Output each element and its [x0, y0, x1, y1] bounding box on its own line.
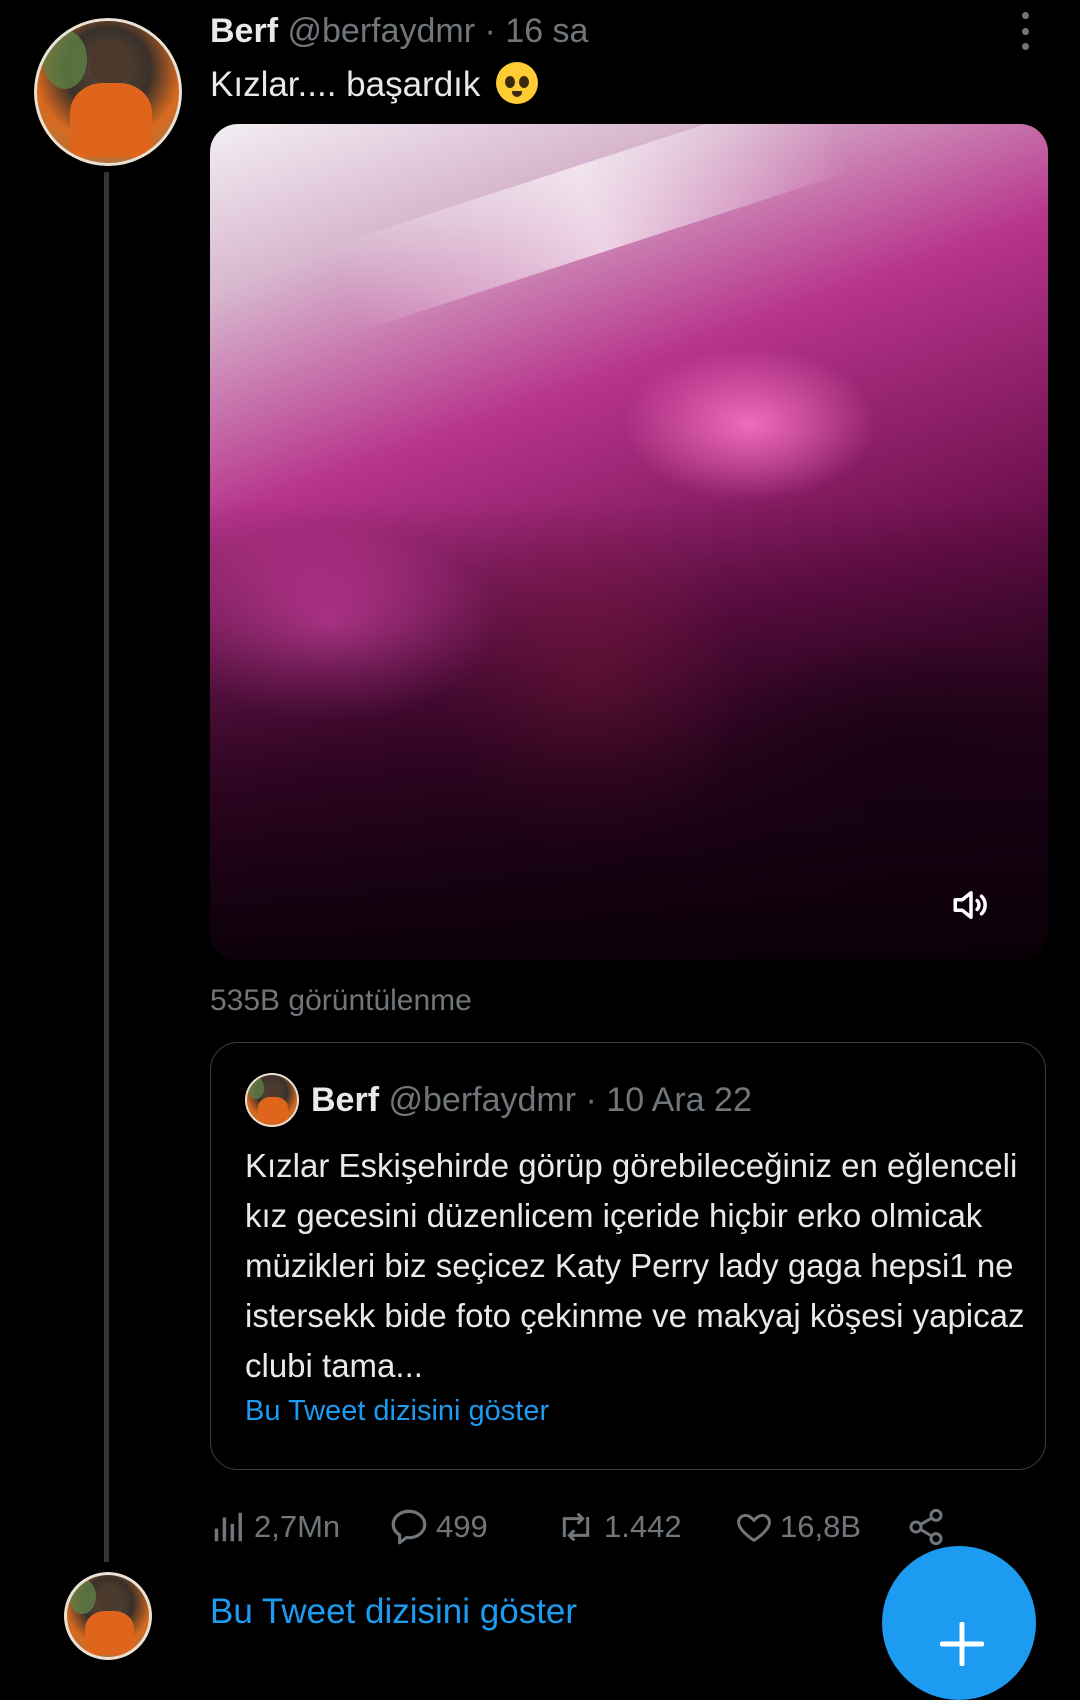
display-name[interactable]: Berf	[210, 12, 278, 50]
plus-icon	[940, 1622, 984, 1666]
tweet-text: Kızlar.... başardık	[210, 62, 539, 105]
show-thread-link[interactable]: Bu Tweet dizisini göster	[210, 1592, 577, 1632]
quoted-tweet[interactable]: Berf @berfaydmr · 10 Ara 22 Kızlar Eskiş…	[210, 1042, 1046, 1470]
quoted-user-handle: @berfaydmr	[388, 1081, 577, 1119]
quoted-show-thread-link[interactable]: Bu Tweet dizisini göster	[245, 1395, 549, 1428]
tweet-actions: 2,7Mn 499 1.442 16,8B	[210, 1502, 970, 1552]
quoted-tweet-header: Berf @berfaydmr · 10 Ara 22	[311, 1081, 752, 1120]
speaker-muted-icon[interactable]	[950, 884, 992, 926]
thread-user-avatar[interactable]	[64, 1572, 152, 1660]
more-options-icon[interactable]	[1012, 12, 1038, 50]
analytics-count: 2,7Mn	[254, 1509, 341, 1544]
retweet-icon	[562, 1512, 590, 1542]
tweet-video[interactable]	[210, 124, 1048, 960]
share-icon	[909, 1508, 943, 1546]
quoted-display-name: Berf	[311, 1081, 380, 1119]
quoted-tweet-text: Kızlar Eskişehirde görüp görebileceğiniz…	[245, 1147, 1025, 1384]
tweet-header: Berf @berfaydmr · 16 sa	[210, 12, 588, 51]
user-avatar[interactable]	[34, 18, 182, 166]
reply-icon	[391, 1509, 427, 1545]
view-count: 535B görüntülenme	[210, 984, 472, 1017]
analytics-button[interactable]: 2,7Mn	[210, 1502, 340, 1552]
tweet-time[interactable]: 16 sa	[505, 12, 588, 50]
like-button[interactable]: 16,8B	[734, 1502, 861, 1552]
user-handle[interactable]: @berfaydmr	[287, 12, 475, 50]
like-count: 16,8B	[780, 1509, 862, 1544]
pleading-face-icon	[496, 62, 539, 104]
reply-button[interactable]: 499	[388, 1502, 488, 1552]
quoted-tweet-date: 10 Ara 22	[606, 1081, 752, 1119]
thread-line	[104, 172, 109, 1562]
retweet-count: 1.442	[604, 1509, 682, 1544]
compose-tweet-button[interactable]	[882, 1546, 1036, 1700]
analytics-icon	[214, 1512, 242, 1542]
heart-icon	[737, 1513, 771, 1542]
separator-dot: ·	[484, 12, 496, 50]
tweet-text-content: Kızlar.... başardık	[210, 65, 481, 104]
retweet-button[interactable]: 1.442	[554, 1502, 682, 1552]
share-button[interactable]	[906, 1502, 952, 1552]
reply-count: 499	[436, 1509, 488, 1544]
separator-dot: ·	[585, 1081, 597, 1119]
quoted-user-avatar	[245, 1073, 299, 1127]
